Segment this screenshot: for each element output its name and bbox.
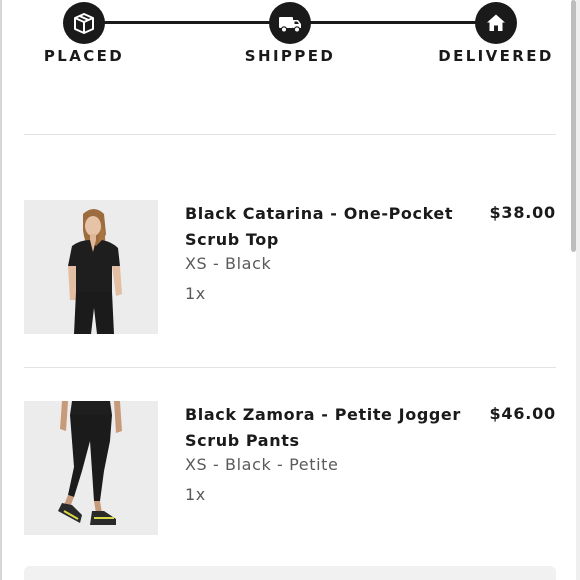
step-delivered-circle bbox=[475, 2, 517, 44]
item-price: $38.00 bbox=[489, 203, 556, 222]
step-delivered-label: DELIVERED bbox=[438, 47, 554, 65]
scrub-pants-photo bbox=[24, 401, 158, 535]
package-icon bbox=[74, 13, 94, 34]
product-image-scrub-top[interactable] bbox=[24, 200, 158, 334]
item-name[interactable]: Black Catarina - One-Pocket Scrub Top bbox=[185, 201, 465, 253]
truck-icon bbox=[279, 17, 301, 33]
shipment-progress-tracker: PLACED SHIPPED DELIVERED bbox=[0, 0, 580, 80]
scrub-top-photo bbox=[24, 200, 158, 334]
order-summary-panel bbox=[24, 566, 556, 580]
item-divider bbox=[24, 367, 556, 368]
product-image-scrub-pants[interactable] bbox=[24, 401, 158, 535]
step-placed-label: PLACED bbox=[43, 47, 125, 65]
order-status-page: PLACED SHIPPED DELIVERED Black Catarina … bbox=[0, 0, 580, 580]
order-item[interactable]: Black Catarina - One-Pocket Scrub Top XS… bbox=[24, 200, 556, 336]
item-price: $46.00 bbox=[489, 404, 556, 423]
home-icon bbox=[487, 14, 505, 31]
item-quantity: 1x bbox=[185, 485, 206, 504]
item-name[interactable]: Black Zamora - Petite Jogger Scrub Pants bbox=[185, 402, 465, 454]
step-shipped-circle bbox=[269, 2, 311, 44]
step-shipped-label: SHIPPED bbox=[244, 47, 336, 65]
scrollbar-track[interactable] bbox=[576, 0, 580, 580]
item-variant: XS - Black bbox=[185, 254, 272, 273]
window-edge bbox=[0, 0, 2, 580]
step-placed-circle bbox=[63, 2, 105, 44]
section-divider bbox=[24, 134, 556, 135]
item-quantity: 1x bbox=[185, 284, 206, 303]
order-item[interactable]: Black Zamora - Petite Jogger Scrub Pants… bbox=[24, 401, 556, 537]
item-variant: XS - Black - Petite bbox=[185, 455, 339, 474]
